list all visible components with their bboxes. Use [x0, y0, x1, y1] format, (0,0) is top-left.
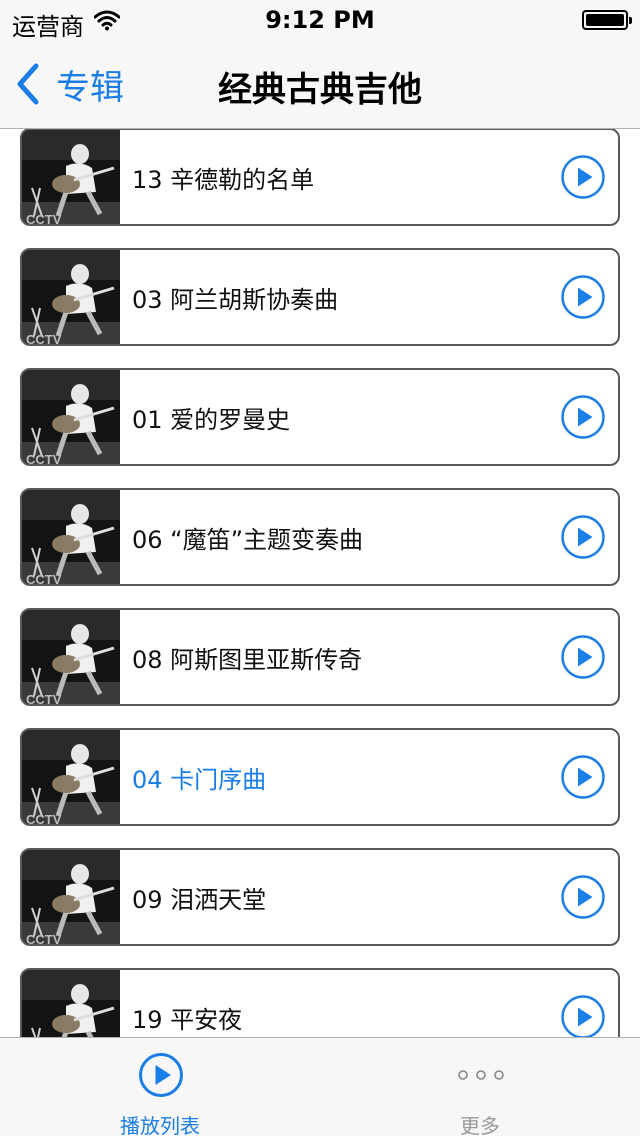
svg-text:CCTV: CCTV: [26, 812, 62, 826]
play-button-icon[interactable]: [560, 154, 606, 200]
play-button-icon[interactable]: [560, 754, 606, 800]
play-button-icon[interactable]: [560, 514, 606, 560]
track-row[interactable]: CCTV 09 泪洒天堂: [20, 848, 620, 946]
status-bar: 运营商 9:12 PM: [0, 0, 640, 41]
tab-bar: 播放列表 更多: [0, 1037, 640, 1138]
track-title: 13 辛德勒的名单: [132, 165, 315, 194]
track-row[interactable]: CCTV 03 阿兰胡斯协奏曲: [20, 248, 620, 346]
album-cover-image: CCTV: [22, 370, 120, 466]
album-cover-image: CCTV: [22, 970, 120, 1037]
status-time: 9:12 PM: [265, 6, 375, 34]
album-cover-image: CCTV: [22, 490, 120, 586]
play-button-icon[interactable]: [560, 994, 606, 1037]
album-cover-image: CCTV: [22, 250, 120, 346]
track-title: 04 卡门序曲: [132, 765, 267, 794]
play-circle-icon: [139, 1053, 183, 1097]
tab-playlist[interactable]: 播放列表: [0, 1038, 320, 1138]
album-thumbnail: CCTV: [22, 850, 120, 944]
svg-text:CCTV: CCTV: [26, 452, 62, 466]
track-row[interactable]: CCTV 06 “魔笛”主题变奏曲: [20, 488, 620, 586]
svg-text:CCTV: CCTV: [26, 572, 62, 586]
navigation-bar: 专辑 经典古典吉他: [0, 40, 640, 129]
album-cover-image: CCTV: [22, 610, 120, 706]
track-list[interactable]: CCTV 13 辛德勒的名单 CCTV 03 阿兰胡斯协奏曲 CCTV 01 爱…: [0, 40, 640, 1037]
track-row[interactable]: CCTV 04 卡门序曲: [20, 728, 620, 826]
track-title: 06 “魔笛”主题变奏曲: [132, 525, 364, 554]
album-cover-image: CCTV: [22, 850, 120, 946]
track-row[interactable]: CCTV 13 辛德勒的名单: [20, 128, 620, 226]
tab-playlist-label: 播放列表: [120, 1114, 200, 1138]
track-title: 09 泪洒天堂: [132, 885, 267, 914]
album-thumbnail: CCTV: [22, 130, 120, 224]
track-title: 19 平安夜: [132, 1005, 243, 1034]
album-thumbnail: CCTV: [22, 250, 120, 344]
track-title: 08 阿斯图里亚斯传奇: [132, 645, 363, 674]
tab-more-label: 更多: [460, 1114, 500, 1138]
album-cover-image: CCTV: [22, 730, 120, 826]
play-button-icon[interactable]: [560, 274, 606, 320]
more-dots-icon: [458, 1070, 504, 1080]
album-thumbnail: CCTV: [22, 490, 120, 584]
track-title: 01 爱的罗曼史: [132, 405, 291, 434]
track-row[interactable]: CCTV 19 平安夜: [20, 968, 620, 1037]
album-thumbnail: CCTV: [22, 970, 120, 1037]
album-thumbnail: CCTV: [22, 610, 120, 704]
tab-more[interactable]: 更多: [320, 1038, 640, 1138]
album-thumbnail: CCTV: [22, 370, 120, 464]
album-thumbnail: CCTV: [22, 730, 120, 824]
album-cover-image: CCTV: [22, 130, 120, 226]
svg-text:CCTV: CCTV: [26, 932, 62, 946]
play-button-icon[interactable]: [560, 634, 606, 680]
track-title: 03 阿兰胡斯协奏曲: [132, 285, 339, 314]
play-button-icon[interactable]: [560, 394, 606, 440]
svg-text:CCTV: CCTV: [26, 692, 62, 706]
play-button-icon[interactable]: [560, 874, 606, 920]
battery-icon: [582, 10, 632, 30]
svg-text:CCTV: CCTV: [26, 332, 62, 346]
track-row[interactable]: CCTV 08 阿斯图里亚斯传奇: [20, 608, 620, 706]
track-row[interactable]: CCTV 01 爱的罗曼史: [20, 368, 620, 466]
page-title: 经典古典吉他: [218, 70, 422, 110]
svg-text:CCTV: CCTV: [26, 212, 62, 226]
